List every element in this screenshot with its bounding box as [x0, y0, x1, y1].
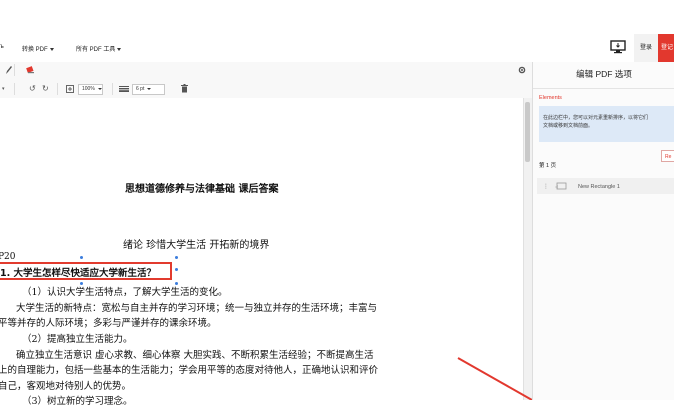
- signup-button[interactable]: 登记: [658, 34, 674, 62]
- zoom-value: 100%: [82, 86, 95, 92]
- selection-handle[interactable]: [80, 256, 83, 259]
- stroke-width-select[interactable]: 6 pt: [132, 84, 165, 95]
- undo-icon[interactable]: ↺: [29, 84, 36, 94]
- scrollbar-thumb[interactable]: [525, 102, 530, 162]
- body-line: 确立独立生活意识 虚心求教、细心体察 大胆实践、不断积累生活经验；不断提高生活: [16, 350, 374, 361]
- chevron-down-icon: [97, 87, 102, 90]
- nav-all-tools[interactable]: 所有 PDF 工具: [76, 44, 122, 53]
- gear-icon[interactable]: [518, 66, 526, 74]
- zoom-select[interactable]: 100%: [78, 84, 103, 95]
- selection-handle[interactable]: [175, 256, 178, 259]
- stroke-width-value: 6 pt: [136, 86, 145, 92]
- edit-toolbar: [0, 62, 532, 81]
- panel-title: 编辑 PDF 选项: [576, 69, 632, 79]
- drag-handle-icon[interactable]: ⋮: [543, 183, 549, 190]
- body-line: 大学生活的新特点：宽松与自主并存的学习环境；统一与独立并存的生活环境；丰富与: [16, 303, 378, 314]
- toolbar-divider: [14, 64, 15, 76]
- page-reference: P20: [0, 252, 16, 262]
- chevron-down-icon[interactable]: ▾: [2, 84, 5, 94]
- document-subtitle: 绪论 珍惜大学生活 开拓新的境界: [123, 240, 270, 251]
- nav-convert-pdf[interactable]: 转换 PDF: [22, 44, 54, 53]
- chevron-down-icon: [49, 47, 54, 51]
- info-text: 在此边栏中，您可以对元素重新排序，以将它们 文档或移到文档前面。: [543, 114, 673, 130]
- reset-button[interactable]: Re: [661, 150, 674, 162]
- selection-handle[interactable]: [175, 268, 178, 271]
- pen-icon[interactable]: [5, 65, 13, 75]
- nav-item-edge[interactable]: ъ: [0, 44, 4, 50]
- nav-convert-pdf-label: 转换 PDF: [22, 47, 48, 53]
- login-button[interactable]: 登录: [634, 34, 658, 62]
- new-rectangle-annotation[interactable]: [0, 262, 172, 280]
- eraser-icon[interactable]: [26, 65, 36, 75]
- body-line: 平等并存的人际环境；多彩与严谨并存的课余环境。: [0, 318, 217, 329]
- rectangle-icon: [555, 182, 567, 190]
- chevron-down-icon: [147, 87, 152, 90]
- body-line: （3）树立新的学习理念。: [22, 396, 133, 407]
- edit-options-panel: 编辑 PDF 选项 Elements 在此边栏中，您可以对元素重新排序，以将它们…: [532, 62, 674, 400]
- document-title: 思想道德修养与法律基础 课后答案: [125, 184, 279, 195]
- page-label: 第 1 页: [539, 163, 557, 169]
- elements-label: Elements: [539, 95, 562, 101]
- trash-icon[interactable]: [181, 84, 188, 93]
- arrow-annotation: [457, 357, 533, 400]
- chevron-down-icon: [117, 47, 122, 51]
- info-text-line: 文档或移到文档前面。: [543, 123, 594, 129]
- redo-icon[interactable]: ↻: [42, 84, 49, 94]
- body-line: （2）提高独立生活能力。: [22, 334, 133, 345]
- line-width-icon[interactable]: [119, 86, 129, 92]
- monitor-icon[interactable]: [610, 40, 626, 54]
- panel-divider: [533, 88, 674, 89]
- toolbar-divider: [112, 83, 113, 95]
- body-line: 自己，客观地对待别人的优势。: [0, 381, 132, 392]
- toolbar-divider: [57, 83, 58, 95]
- toolbar-divider: [14, 83, 15, 95]
- element-name: New Rectangle 1: [578, 184, 620, 190]
- format-toolbar: ▾ ↺ ↻ 100% 6 pt: [0, 80, 532, 99]
- info-text-line: 在此边栏中，您可以对元素重新排序，以将它们: [543, 115, 649, 121]
- top-nav-bar: ъ 转换 PDF 所有 PDF 工具: [0, 34, 674, 63]
- body-line: （1）认识大学生活特点，了解大学生活的变化。: [22, 287, 228, 298]
- nav-all-tools-label: 所有 PDF 工具: [76, 47, 116, 53]
- body-line: 上的自理能力，包括一些基本的生活能力；学会用平等的态度对待他人，正确地认识和评价: [0, 365, 379, 376]
- zoom-icon[interactable]: [66, 85, 74, 93]
